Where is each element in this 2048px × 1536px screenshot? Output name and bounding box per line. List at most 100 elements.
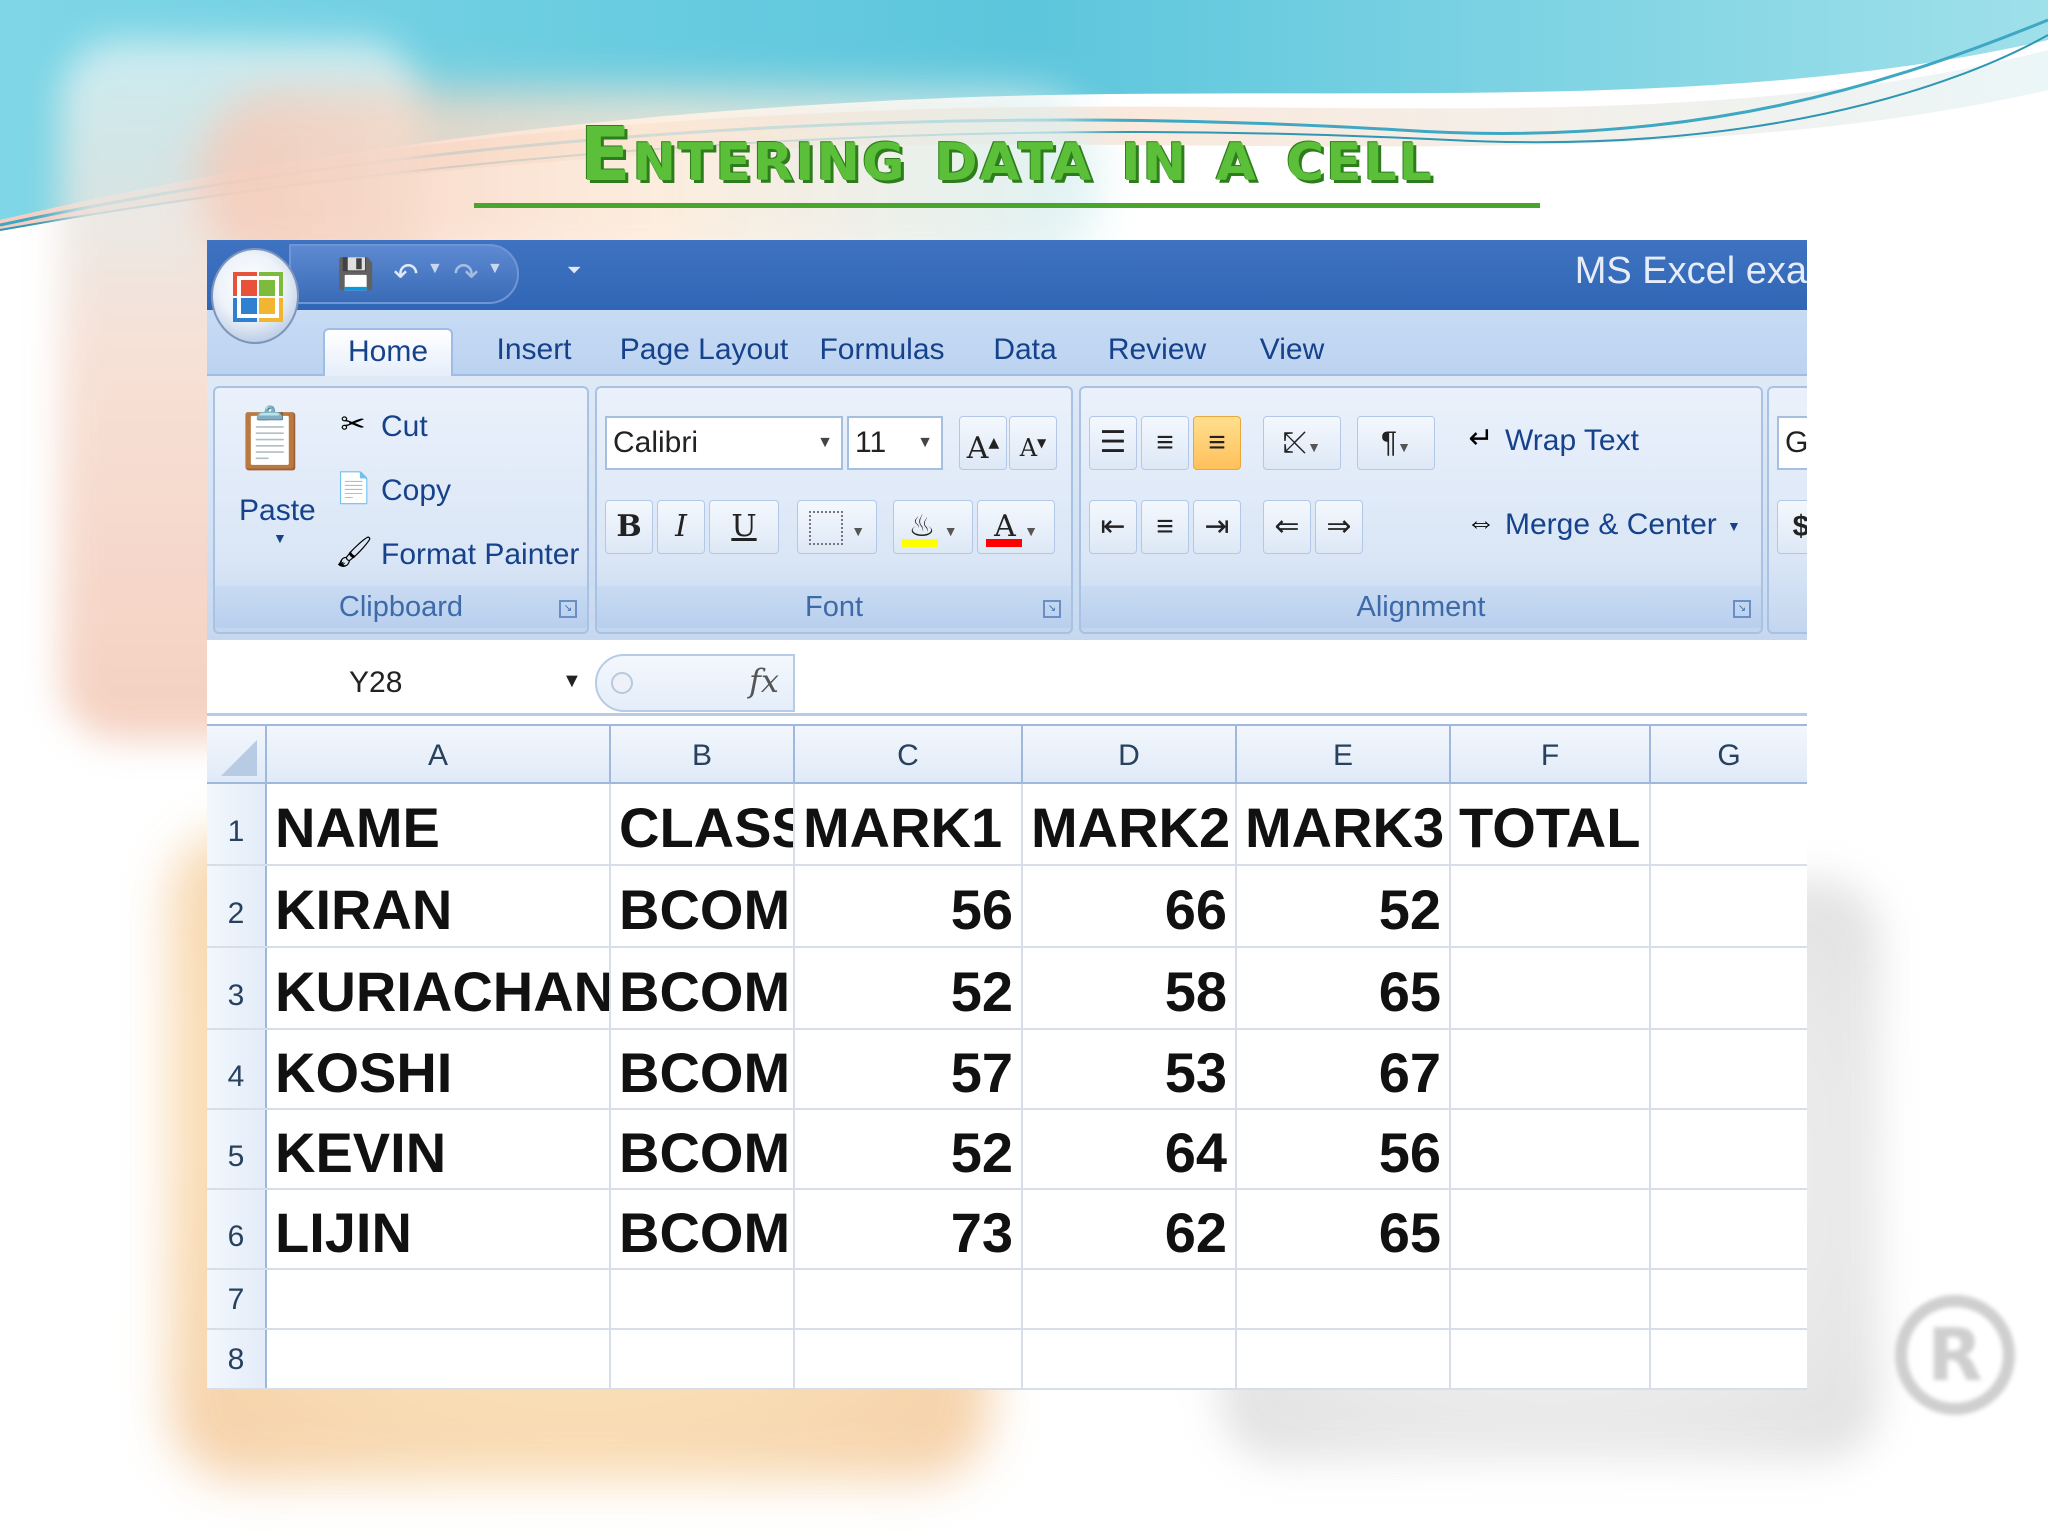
cell-b6[interactable]: BCOM: [611, 1190, 795, 1268]
row-header[interactable]: 2: [207, 866, 267, 946]
select-all-button[interactable]: [207, 726, 267, 784]
currency-button[interactable]: $: [1777, 500, 1807, 554]
cell-c8[interactable]: [795, 1330, 1023, 1388]
redo-icon[interactable]: ↷: [449, 258, 483, 292]
cell-d2[interactable]: 66: [1023, 866, 1237, 946]
cell-e8[interactable]: [1237, 1330, 1451, 1388]
cell-e2[interactable]: 52: [1237, 866, 1451, 946]
cell-g6[interactable]: [1651, 1190, 1807, 1268]
insert-function-button[interactable]: fx: [749, 662, 779, 700]
cell-a5[interactable]: KEVIN: [267, 1110, 611, 1188]
office-button[interactable]: [211, 248, 299, 344]
column-header-d[interactable]: D: [1023, 726, 1237, 784]
cell-g2[interactable]: [1651, 866, 1807, 946]
cell-a7[interactable]: [267, 1270, 611, 1328]
dialog-launcher-icon[interactable]: ↘: [1733, 600, 1751, 618]
cell-g8[interactable]: [1651, 1330, 1807, 1388]
tab-data[interactable]: Data: [975, 328, 1075, 376]
tab-insert[interactable]: Insert: [469, 328, 599, 376]
number-format-combo[interactable]: Ge: [1777, 416, 1807, 470]
undo-dropdown-icon[interactable]: ▼: [427, 260, 443, 278]
cell-c4[interactable]: 57: [795, 1030, 1023, 1108]
font-size-combo[interactable]: 11 ▼: [847, 416, 943, 470]
cell-b4[interactable]: BCOM: [611, 1030, 795, 1108]
decrease-indent-button[interactable]: ⇐: [1263, 500, 1311, 554]
wrap-text-button[interactable]: Wrap Text: [1505, 424, 1639, 458]
column-header-e[interactable]: E: [1237, 726, 1451, 784]
cell-g1[interactable]: [1651, 784, 1807, 864]
row-header[interactable]: 8: [207, 1330, 267, 1388]
align-middle-button[interactable]: ≡: [1141, 416, 1189, 470]
column-header-a[interactable]: A: [267, 726, 611, 784]
dialog-launcher-icon[interactable]: ↘: [1043, 600, 1061, 618]
wrap-text-icon[interactable]: ↵: [1461, 422, 1501, 456]
align-left-button[interactable]: ⇤: [1089, 500, 1137, 554]
dialog-launcher-icon[interactable]: ↘: [559, 600, 577, 618]
cell-f3[interactable]: [1451, 948, 1651, 1028]
align-bottom-button[interactable]: ≡: [1193, 416, 1241, 470]
copy-icon[interactable]: 📄: [335, 472, 372, 506]
cell-f7[interactable]: [1451, 1270, 1651, 1328]
cell-f4[interactable]: [1451, 1030, 1651, 1108]
cell-d7[interactable]: [1023, 1270, 1237, 1328]
cell-d4[interactable]: 53: [1023, 1030, 1237, 1108]
cell-c7[interactable]: [795, 1270, 1023, 1328]
cell-e5[interactable]: 56: [1237, 1110, 1451, 1188]
cell-g7[interactable]: [1651, 1270, 1807, 1328]
cut-button[interactable]: Cut: [381, 410, 428, 444]
cell-g5[interactable]: [1651, 1110, 1807, 1188]
merge-center-icon[interactable]: ⇔: [1461, 506, 1501, 540]
cell-f8[interactable]: [1451, 1330, 1651, 1388]
column-header-f[interactable]: F: [1451, 726, 1651, 784]
cell-a6[interactable]: LIJIN: [267, 1190, 611, 1268]
column-header-c[interactable]: C: [795, 726, 1023, 784]
merge-center-button[interactable]: Merge & Center: [1505, 508, 1717, 542]
paste-button[interactable]: 📋 Paste ▼: [225, 394, 316, 564]
borders-button[interactable]: ▼: [797, 500, 877, 554]
shrink-font-button[interactable]: A▼: [1009, 416, 1057, 470]
formula-input[interactable]: [803, 656, 1803, 710]
name-box[interactable]: Y28: [207, 656, 567, 710]
grow-font-button[interactable]: A▲: [959, 416, 1007, 470]
tab-review[interactable]: Review: [1087, 328, 1227, 376]
cell-a3[interactable]: KURIACHAN: [267, 948, 611, 1028]
tab-formulas[interactable]: Formulas: [807, 328, 957, 376]
align-right-button[interactable]: ⇥: [1193, 500, 1241, 554]
cell-c1[interactable]: MARK1: [795, 784, 1023, 864]
cell-f6[interactable]: [1451, 1190, 1651, 1268]
cell-a2[interactable]: KIRAN: [267, 866, 611, 946]
column-header-b[interactable]: B: [611, 726, 795, 784]
cell-b7[interactable]: [611, 1270, 795, 1328]
cell-g3[interactable]: [1651, 948, 1807, 1028]
bold-button[interactable]: B: [605, 500, 653, 554]
italic-button[interactable]: I: [657, 500, 705, 554]
cell-d6[interactable]: 62: [1023, 1190, 1237, 1268]
save-icon[interactable]: 💾: [337, 258, 374, 292]
cell-g4[interactable]: [1651, 1030, 1807, 1108]
cell-c2[interactable]: 56: [795, 866, 1023, 946]
row-header[interactable]: 6: [207, 1190, 267, 1268]
cell-b1[interactable]: CLASS: [611, 784, 795, 864]
format-painter-button[interactable]: Format Painter: [381, 538, 579, 572]
cell-d3[interactable]: 58: [1023, 948, 1237, 1028]
text-direction-button[interactable]: ¶▼: [1357, 416, 1435, 470]
chevron-down-icon[interactable]: ▼: [1727, 518, 1741, 534]
cell-d1[interactable]: MARK2: [1023, 784, 1237, 864]
cell-b3[interactable]: BCOM: [611, 948, 795, 1028]
cell-b2[interactable]: BCOM: [611, 866, 795, 946]
tab-view[interactable]: View: [1237, 328, 1347, 376]
customize-qat-icon[interactable]: ⏷: [567, 260, 581, 281]
cell-e6[interactable]: 65: [1237, 1190, 1451, 1268]
row-header[interactable]: 1: [207, 784, 267, 864]
row-header[interactable]: 7: [207, 1270, 267, 1328]
cell-c5[interactable]: 52: [795, 1110, 1023, 1188]
copy-button[interactable]: Copy: [381, 474, 451, 508]
tab-page-layout[interactable]: Page Layout: [609, 328, 799, 376]
align-top-button[interactable]: ☰: [1089, 416, 1137, 470]
cell-e3[interactable]: 65: [1237, 948, 1451, 1028]
increase-indent-button[interactable]: ⇒: [1315, 500, 1363, 554]
column-header-g[interactable]: G: [1651, 726, 1807, 784]
cell-b8[interactable]: [611, 1330, 795, 1388]
redo-dropdown-icon[interactable]: ▼: [487, 260, 503, 278]
cell-a8[interactable]: [267, 1330, 611, 1388]
